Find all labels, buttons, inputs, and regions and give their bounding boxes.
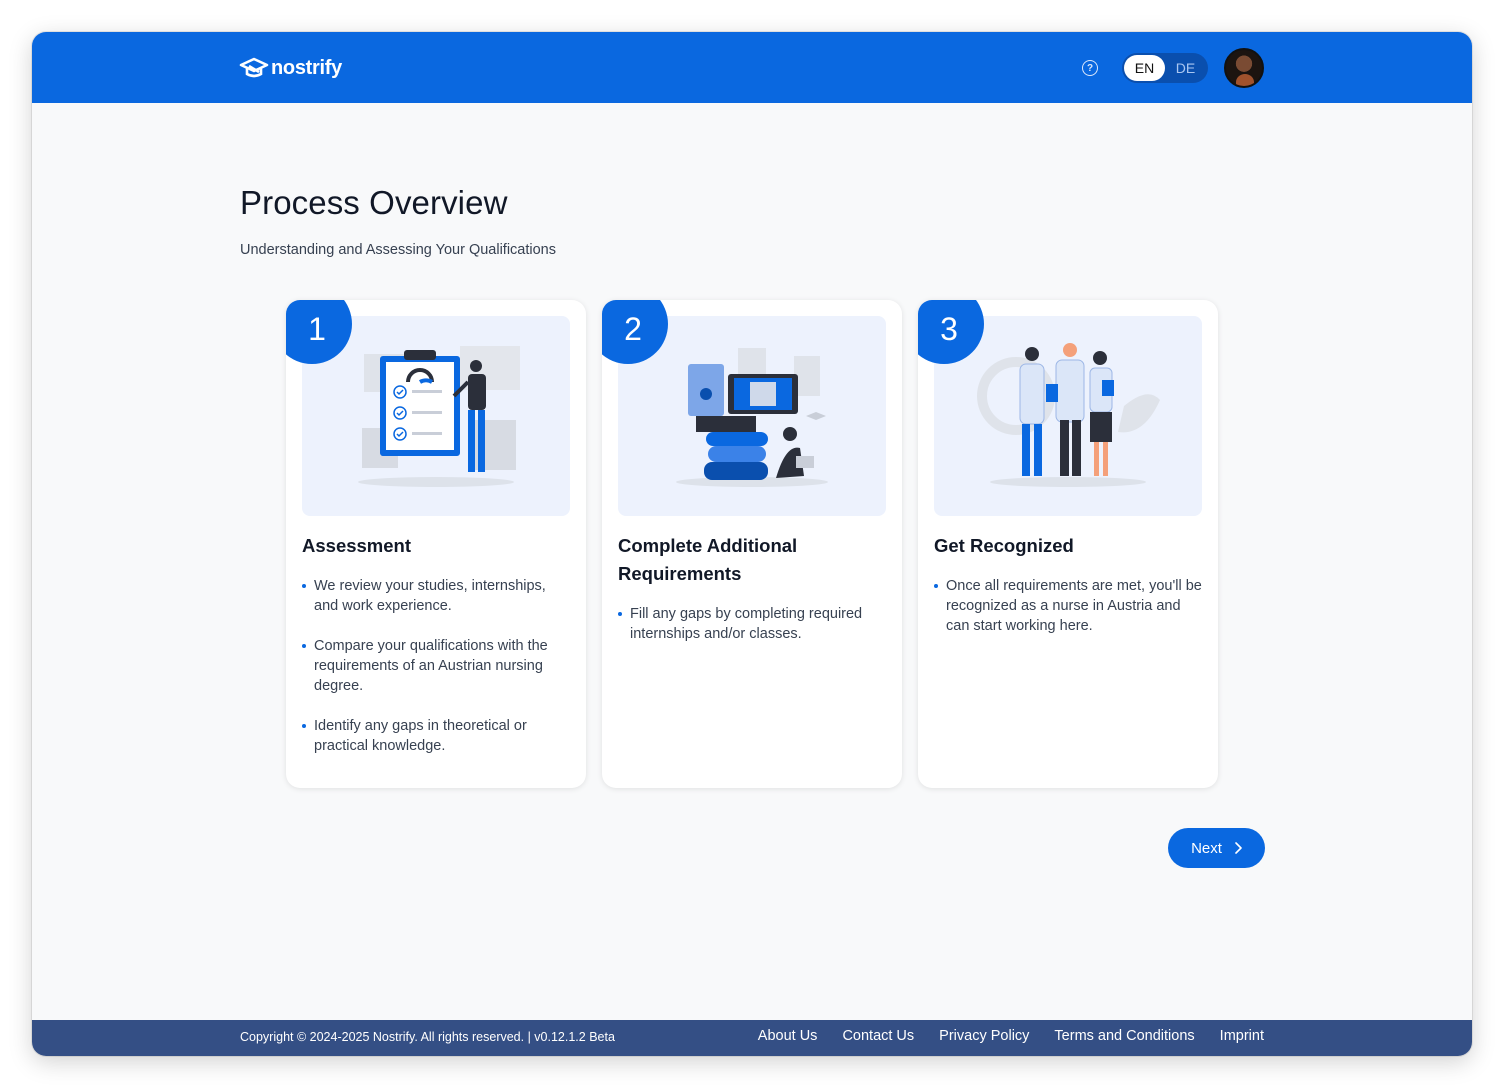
footer-link-terms[interactable]: Terms and Conditions [1054,1028,1194,1044]
chevron-right-icon [1235,842,1242,854]
card-title: Get Recognized [934,535,1074,556]
card-title: Complete Additional Requirements [618,535,798,584]
top-bar: nostrify ? EN DE [32,32,1472,103]
footer-link-contact-us[interactable]: Contact Us [842,1028,914,1044]
step-card-additional-requirements: 2 Complete Additional Requirements Fill … [602,300,902,788]
list-item: We review your studies, internships, and… [302,576,574,616]
card-bullet-list: Once all requirements are met, you'll be… [934,576,1206,656]
mortarboard-logo-icon [239,57,269,78]
language-toggle[interactable]: EN DE [1122,53,1208,83]
user-avatar[interactable] [1224,48,1264,88]
footer-link-about-us[interactable]: About Us [758,1028,818,1044]
question-circle-icon: ? [1086,62,1094,74]
lang-option-de[interactable]: DE [1165,55,1206,81]
lang-option-en[interactable]: EN [1124,55,1165,81]
footer-link-imprint[interactable]: Imprint [1220,1028,1264,1044]
footer-link-privacy-policy[interactable]: Privacy Policy [939,1028,1029,1044]
step-card-get-recognized: 3 Get Recognized Once all requirements a… [918,300,1218,788]
footer: Copyright © 2024-2025 Nostrify. All righ… [32,1020,1472,1056]
page-title: Process Overview [240,184,508,221]
footer-links: About Us Contact Us Privacy Policy Terms… [758,1028,1264,1044]
app-window: nostrify ? EN DE Process Overview Unders… [32,32,1472,1056]
list-item: Identify any gaps in theoretical or prac… [302,716,574,756]
copyright-text: Copyright © 2024-2025 Nostrify. All righ… [240,1030,615,1044]
page-subtitle: Understanding and Assessing Your Qualifi… [240,242,556,258]
card-title: Assessment [302,535,412,556]
process-steps: 1 Assessment We review your studies, int… [286,300,1218,788]
nostrify-logo[interactable]: nostrify [239,53,342,83]
card-bullet-list: We review your studies, internships, and… [302,576,574,776]
logo-wordmark: nostrify [271,56,342,79]
list-item: Once all requirements are met, you'll be… [934,576,1206,636]
next-button-label: Next [1191,839,1222,857]
list-item: Compare your qualifications with the req… [302,636,574,696]
next-button[interactable]: Next [1168,828,1265,868]
step-card-assessment: 1 Assessment We review your studies, int… [286,300,586,788]
card-bullet-list: Fill any gaps by completing required int… [618,604,890,664]
help-button[interactable]: ? [1082,60,1098,76]
list-item: Fill any gaps by completing required int… [618,604,890,644]
